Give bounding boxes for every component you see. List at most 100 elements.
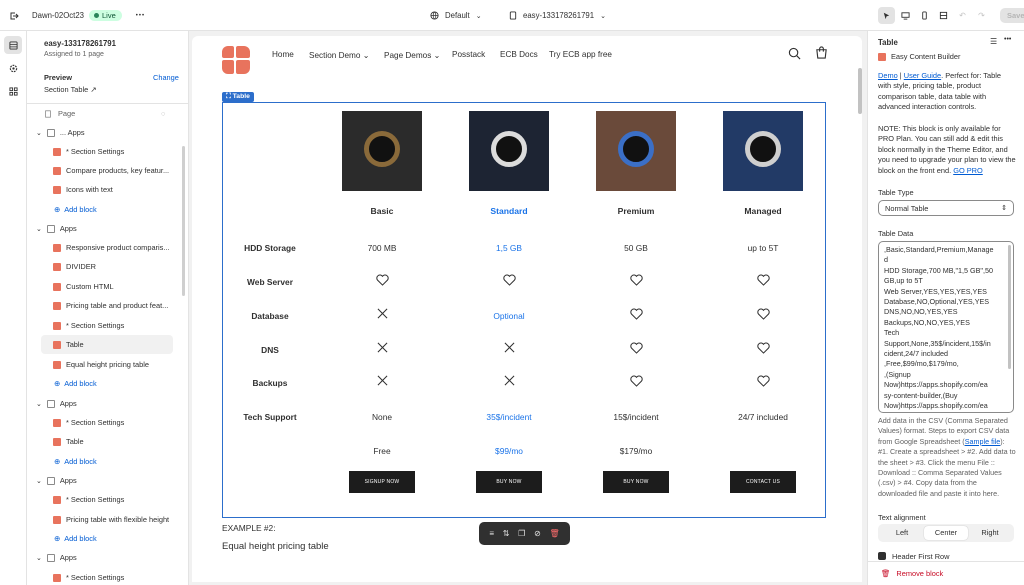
block-item[interactable]: Compare products, key featur...: [27, 161, 188, 180]
plan-cta-button[interactable]: BUY NOW: [476, 471, 542, 493]
textarea-scrollbar[interactable]: [1008, 245, 1011, 369]
panel-title: Table: [878, 38, 898, 47]
sections-icon[interactable]: [4, 36, 22, 54]
chevron-down-icon[interactable]: ⌄: [36, 400, 42, 408]
save-button[interactable]: Save: [1000, 8, 1024, 23]
sample-file-link[interactable]: Sample file: [965, 437, 1001, 446]
delete-icon[interactable]: 🗑: [549, 529, 559, 538]
database-icon[interactable]: ☰: [990, 37, 997, 46]
block-item[interactable]: Icons with text: [27, 180, 188, 199]
nav-page-demos-label: Page Demos: [384, 51, 432, 60]
block-item[interactable]: Responsive product comparis...: [27, 238, 188, 257]
theme-select[interactable]: Default ⌄: [430, 0, 482, 31]
gear-icon[interactable]: [4, 59, 22, 77]
block-settings-panel: Table ☰ ••• Easy Content Builder Demo | …: [867, 31, 1024, 585]
chevron-down-icon[interactable]: ⌄: [36, 129, 42, 137]
nav-section-demo[interactable]: Section Demo ⌄: [309, 50, 370, 60]
app-block-icon: [53, 243, 61, 252]
mobile-icon[interactable]: [916, 7, 933, 24]
chevron-down-icon[interactable]: ⌄: [36, 477, 42, 485]
remove-block-button[interactable]: 🗑 Remove block: [868, 561, 1024, 585]
add-block-button[interactable]: ⊕ Add block: [27, 200, 188, 219]
sidebar-scrollbar[interactable]: [182, 146, 185, 296]
align-center-option[interactable]: Center: [924, 526, 968, 540]
block-label: DIVIDER: [66, 262, 96, 271]
table-data-line: DNS,NO,NO,YES,YES: [884, 307, 958, 317]
app-block-icon: [53, 166, 61, 175]
block-item[interactable]: Pricing table and product feat...: [27, 296, 188, 315]
nav-try-ecb[interactable]: Try ECB app free: [549, 50, 612, 59]
block-item[interactable]: * Section Settings: [27, 316, 188, 335]
nav-home[interactable]: Home: [272, 50, 294, 59]
desktop-icon[interactable]: [897, 7, 914, 24]
nav-ecb-docs[interactable]: ECB Docs: [500, 50, 538, 59]
block-item[interactable]: Table: [41, 335, 173, 354]
eye-off-icon[interactable]: ◌: [161, 109, 165, 118]
block-label: Icons with text: [66, 185, 113, 194]
block-item[interactable]: * Section Settings: [27, 568, 188, 585]
nav-page-demos[interactable]: Page Demos ⌄: [384, 50, 441, 60]
section-group[interactable]: ⌄ Apps: [27, 548, 188, 567]
section-group[interactable]: ⌄ Apps: [27, 471, 188, 490]
cross-icon: [332, 342, 432, 355]
template-select[interactable]: easy-133178261791 ⌄: [509, 0, 606, 31]
header-first-row[interactable]: Header First Row: [878, 552, 950, 560]
block-label: * Section Settings: [66, 495, 125, 504]
add-block-button[interactable]: ⊕ Add block: [27, 452, 188, 471]
align-left-option[interactable]: Left: [880, 526, 924, 540]
page-row[interactable]: Page ◌: [27, 104, 188, 123]
plan-name: Basic: [370, 206, 394, 216]
user-guide-link[interactable]: User Guide: [904, 71, 941, 80]
table-data-line: HDD Storage,700 MB,"1,5 GB",50: [884, 265, 993, 275]
fullscreen-icon[interactable]: [935, 7, 952, 24]
exit-icon[interactable]: [9, 0, 19, 31]
block-item[interactable]: Table: [27, 432, 188, 451]
section-group[interactable]: ⌄ ... Apps: [27, 123, 188, 142]
preview-value[interactable]: Section Table ↗: [44, 85, 97, 94]
section-group[interactable]: ⌄ Apps: [27, 394, 188, 413]
section-group[interactable]: ⌄ Apps: [27, 219, 188, 238]
checkbox-icon[interactable]: [878, 552, 886, 560]
cart-icon[interactable]: [815, 46, 828, 62]
reorder-icon[interactable]: ⇅: [503, 529, 510, 538]
chevron-down-icon[interactable]: ⌄: [36, 554, 42, 562]
duplicate-icon[interactable]: ❐: [518, 529, 525, 538]
store-logo[interactable]: [222, 46, 250, 74]
feature-value: up to 5T: [747, 243, 779, 253]
demo-link[interactable]: Demo: [878, 71, 898, 80]
add-block-button[interactable]: ⊕ Add block: [27, 529, 188, 548]
search-icon[interactable]: [788, 47, 801, 62]
hide-icon[interactable]: ⊘: [534, 529, 541, 538]
table-block-tag[interactable]: ⛶ Table: [222, 92, 254, 102]
preview-scrollbar[interactable]: [858, 68, 862, 114]
preview-label: Preview: [44, 73, 72, 82]
block-item[interactable]: Equal height pricing table: [27, 355, 188, 374]
inspector-icon[interactable]: [878, 7, 895, 24]
plan-cta-button[interactable]: BUY NOW: [603, 471, 669, 493]
table-type-select[interactable]: Normal Table ⇕: [878, 200, 1014, 216]
add-block-button[interactable]: ⊕ Add block: [27, 374, 188, 393]
block-item[interactable]: * Section Settings: [27, 142, 188, 161]
plan-cta-button[interactable]: CONTACT US: [730, 471, 796, 493]
block-item[interactable]: Custom HTML: [27, 277, 188, 296]
table-data-textarea[interactable]: ,Basic,Standard,Premium,Manage d HDD Stora…: [878, 241, 1014, 413]
nav-posstack[interactable]: Posstack: [452, 50, 485, 59]
apps-icon[interactable]: [4, 82, 22, 100]
edit-icon[interactable]: ≡: [489, 529, 494, 538]
chevron-down-icon[interactable]: ⌄: [36, 225, 42, 233]
go-pro-link[interactable]: GO PRO: [953, 166, 983, 175]
block-label: * Section Settings: [66, 321, 125, 330]
more-actions-button[interactable]: •••: [136, 13, 145, 19]
undo-icon[interactable]: ↶: [954, 7, 971, 24]
more-icon[interactable]: •••: [1004, 36, 1011, 43]
block-item[interactable]: Pricing table with flexible height: [27, 510, 188, 529]
align-right-option[interactable]: Right: [968, 526, 1012, 540]
table-data-line: Tech: [884, 328, 900, 338]
redo-icon[interactable]: ↷: [973, 7, 990, 24]
block-item[interactable]: * Section Settings: [27, 490, 188, 509]
change-link[interactable]: Change: [153, 73, 179, 82]
alignment-label: Text alignment: [878, 513, 926, 522]
plan-cta-button[interactable]: SIGNUP NOW: [349, 471, 415, 493]
block-item[interactable]: * Section Settings: [27, 413, 188, 432]
block-item[interactable]: DIVIDER: [27, 257, 188, 276]
